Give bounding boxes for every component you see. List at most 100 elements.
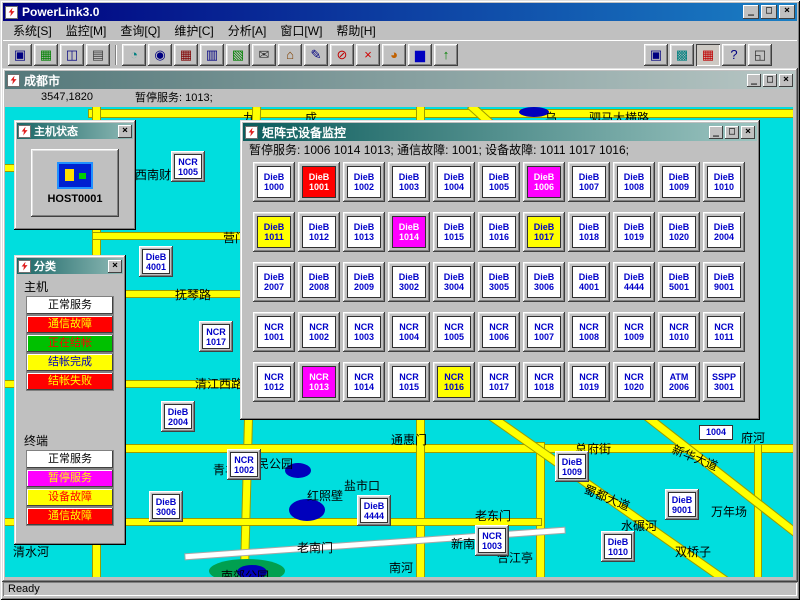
map-device-DieB-1009[interactable]: DieB1009 — [555, 451, 589, 482]
matrix-device-DieB-4001[interactable]: DieB4001 — [568, 262, 610, 302]
matrix-device-DieB-1006[interactable]: DieB1006 — [523, 162, 565, 202]
matrix-device-DieB-1012[interactable]: DieB1012 — [298, 212, 340, 252]
menu-item-2[interactable]: 查询[Q] — [113, 20, 167, 41]
matrix-device-ATM-2006[interactable]: ATM2006 — [658, 362, 700, 402]
matrix-window-icon[interactable]: ▦ — [696, 44, 720, 66]
legend-item[interactable]: 通信故障 — [27, 508, 113, 525]
matrix-device-NCR-1001[interactable]: NCR1001 — [253, 312, 295, 352]
matrix-device-DieB-1007[interactable]: DieB1007 — [568, 162, 610, 202]
legend-item[interactable]: 结帐失败 — [27, 373, 113, 390]
matrix-device-DieB-1000[interactable]: DieB1000 — [253, 162, 295, 202]
matrix-device-NCR-1010[interactable]: NCR1010 — [658, 312, 700, 352]
matrix-device-DieB-2007[interactable]: DieB2007 — [253, 262, 295, 302]
map-device-DieB-3006[interactable]: DieB3006 — [149, 491, 183, 522]
matrix-device-DieB-1016[interactable]: DieB1016 — [478, 212, 520, 252]
edit-icon[interactable]: ✎ — [304, 44, 328, 66]
device-table-icon[interactable]: ▥ — [200, 44, 224, 66]
menu-item-3[interactable]: 维护[C] — [167, 20, 220, 41]
menu-item-6[interactable]: 帮助[H] — [329, 20, 382, 41]
matrix-device-NCR-1012[interactable]: NCR1012 — [253, 362, 295, 402]
matrix-device-DieB-1002[interactable]: DieB1002 — [343, 162, 385, 202]
matrix-device-DieB-1009[interactable]: DieB1009 — [658, 162, 700, 202]
matrix-device-DieB-1014[interactable]: DieB1014 — [388, 212, 430, 252]
matrix-device-DieB-1017[interactable]: DieB1017 — [523, 212, 565, 252]
matrix-device-DieB-1004[interactable]: DieB1004 — [433, 162, 475, 202]
map-device-DieB-2004[interactable]: DieB2004 — [161, 401, 195, 432]
matrix-device-DieB-1013[interactable]: DieB1013 — [343, 212, 385, 252]
legend-close-button[interactable]: × — [108, 260, 122, 273]
clock-icon[interactable]: ◔ — [122, 44, 146, 66]
matrix-device-NCR-1011[interactable]: NCR1011 — [703, 312, 745, 352]
matrix-device-NCR-1015[interactable]: NCR1015 — [388, 362, 430, 402]
matrix-device-NCR-1016[interactable]: NCR1016 — [433, 362, 475, 402]
matrix-device-SSPP-3001[interactable]: SSPP3001 — [703, 362, 745, 402]
save-icon[interactable]: ◫ — [60, 44, 84, 66]
matrix-device-NCR-1020[interactable]: NCR1020 — [613, 362, 655, 402]
legend-item[interactable]: 正常服务 — [27, 297, 113, 314]
matrix-device-NCR-1005[interactable]: NCR1005 — [433, 312, 475, 352]
matrix-close-button[interactable]: × — [741, 126, 755, 139]
maximize-button[interactable]: □ — [761, 5, 777, 19]
map-device-NCR-1017[interactable]: NCR1017 — [199, 321, 233, 352]
matrix-device-NCR-1013[interactable]: NCR1013 — [298, 362, 340, 402]
matrix-device-NCR-1006[interactable]: NCR1006 — [478, 312, 520, 352]
legend-item[interactable]: 通信故障 — [27, 316, 113, 333]
exit-icon[interactable]: ◱ — [748, 44, 772, 66]
matrix-device-DieB-9001[interactable]: DieB9001 — [703, 262, 745, 302]
pie-chart-icon[interactable]: ◕ — [382, 44, 406, 66]
matrix-device-NCR-1018[interactable]: NCR1018 — [523, 362, 565, 402]
city-minimize-button[interactable]: _ — [747, 74, 761, 87]
host-window-icon[interactable]: ▣ — [644, 44, 668, 66]
minimize-button[interactable]: _ — [743, 5, 759, 19]
matrix-device-DieB-3004[interactable]: DieB3004 — [433, 262, 475, 302]
matrix-device-DieB-1019[interactable]: DieB1019 — [613, 212, 655, 252]
matrix-device-DieB-2009[interactable]: DieB2009 — [343, 262, 385, 302]
legend-item[interactable]: 暂停服务 — [27, 470, 113, 487]
close-button[interactable]: × — [779, 5, 795, 19]
menu-item-5[interactable]: 窗口[W] — [273, 20, 329, 41]
system-monitor-icon[interactable]: ▣ — [8, 44, 32, 66]
matrix-device-DieB-2008[interactable]: DieB2008 — [298, 262, 340, 302]
legend-item[interactable]: 设备故障 — [27, 489, 113, 506]
up-arrow-icon[interactable]: ↑ — [434, 44, 458, 66]
map-icon[interactable]: ▦ — [34, 44, 58, 66]
matrix-device-DieB-1018[interactable]: DieB1018 — [568, 212, 610, 252]
legend-item[interactable]: 正常服务 — [27, 451, 113, 468]
matrix-device-NCR-1004[interactable]: NCR1004 — [388, 312, 430, 352]
bar-chart-icon[interactable]: ▆ — [408, 44, 432, 66]
help-icon[interactable]: ? — [722, 44, 746, 66]
host-button[interactable]: HOST0001 — [31, 149, 119, 217]
matrix-device-DieB-1011[interactable]: DieB1011 — [253, 212, 295, 252]
matrix-minimize-button[interactable]: _ — [709, 126, 723, 139]
host-close-button[interactable]: × — [118, 125, 132, 138]
menu-item-1[interactable]: 监控[M] — [59, 20, 114, 41]
report-icon[interactable]: ▧ — [226, 44, 250, 66]
matrix-maximize-button[interactable]: □ — [725, 126, 739, 139]
matrix-device-DieB-3005[interactable]: DieB3005 — [478, 262, 520, 302]
matrix-device-DieB-1003[interactable]: DieB1003 — [388, 162, 430, 202]
matrix-device-DieB-1008[interactable]: DieB1008 — [613, 162, 655, 202]
matrix-device-DieB-1010[interactable]: DieB1010 — [703, 162, 745, 202]
matrix-device-NCR-1003[interactable]: NCR1003 — [343, 312, 385, 352]
matrix-device-DieB-3002[interactable]: DieB3002 — [388, 262, 430, 302]
city-map-window-icon[interactable]: ▩ — [670, 44, 694, 66]
forbid-icon[interactable]: ⊘ — [330, 44, 354, 66]
matrix-device-DieB-3006[interactable]: DieB3006 — [523, 262, 565, 302]
city-close-button[interactable]: × — [779, 74, 793, 87]
matrix-device-NCR-1019[interactable]: NCR1019 — [568, 362, 610, 402]
map-device-DieB-9001[interactable]: DieB9001 — [665, 489, 699, 520]
mail-icon[interactable]: ✉ — [252, 44, 276, 66]
map-device-DieB-4001[interactable]: DieB4001 — [139, 246, 173, 277]
matrix-icon[interactable]: ▦ — [174, 44, 198, 66]
menu-item-0[interactable]: 系统[S] — [6, 20, 59, 41]
map-device-1004[interactable]: 1004 — [699, 425, 733, 440]
matrix-device-DieB-1020[interactable]: DieB1020 — [658, 212, 700, 252]
matrix-device-NCR-1002[interactable]: NCR1002 — [298, 312, 340, 352]
matrix-device-NCR-1017[interactable]: NCR1017 — [478, 362, 520, 402]
map-device-DieB-4444[interactable]: DieB4444 — [357, 495, 391, 526]
matrix-device-NCR-1008[interactable]: NCR1008 — [568, 312, 610, 352]
matrix-device-DieB-2004[interactable]: DieB2004 — [703, 212, 745, 252]
bank-icon[interactable]: ⌂ — [278, 44, 302, 66]
map-device-NCR-1005[interactable]: NCR1005 — [171, 151, 205, 182]
matrix-device-DieB-1005[interactable]: DieB1005 — [478, 162, 520, 202]
